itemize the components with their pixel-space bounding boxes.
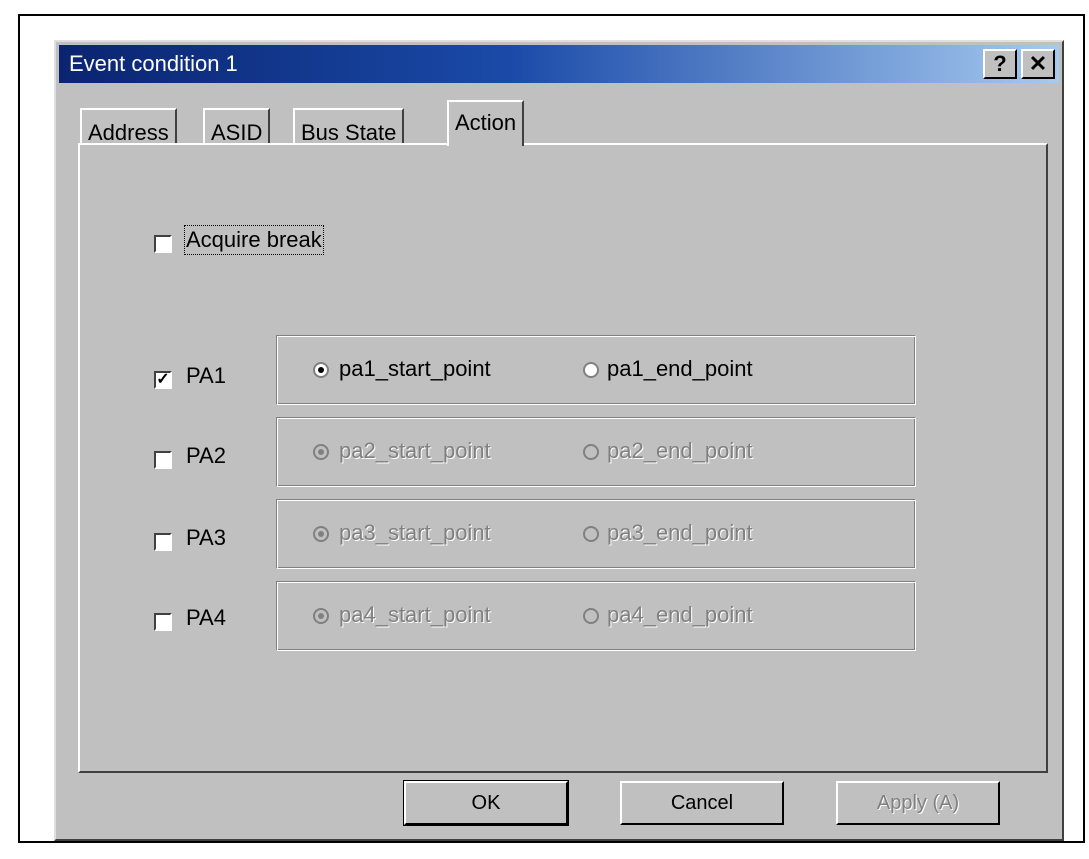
dialog-title: Event condition 1 [69,51,238,76]
pa2-start-label: pa2_start_point [339,438,491,463]
help-icon: ? [993,51,1007,76]
pa3-end-radio[interactable] [583,526,599,542]
pa2-group: pa2_start_point pa2_end_point [276,417,916,487]
pa4-end-radio[interactable] [583,608,599,624]
tab-bus-state[interactable]: Bus State [293,108,405,145]
tab-label: Action [455,110,517,135]
pa1-start-label: pa1_start_point [339,356,491,381]
pa4-start-label: pa4_start_point [339,602,491,627]
pa2-checkbox[interactable] [154,451,172,469]
pa3-start-radio[interactable] [313,526,329,542]
pa1-start-radio[interactable] [313,362,329,378]
ok-button[interactable]: OK [403,780,569,826]
pa3-start-label: pa3_start_point [339,520,491,545]
pa2-end-radio[interactable] [583,444,599,460]
cancel-button[interactable]: Cancel [620,781,784,825]
acquire-break-label: Acquire break [184,225,324,255]
close-button[interactable]: ✕ [1021,49,1055,79]
tab-label: ASID [211,120,263,145]
pa1-end-radio[interactable] [583,362,599,378]
pa2-start-radio[interactable] [313,444,329,460]
event-condition-dialog: Event condition 1 ? ✕ Address ASID Bus S… [54,40,1064,841]
pa2-label: PA2 [186,443,226,468]
pa3-label: PA3 [186,525,226,550]
pa4-start-radio[interactable] [313,608,329,624]
tab-address[interactable]: Address [80,108,177,145]
pa2-end-label: pa2_end_point [607,438,753,463]
tab-action[interactable]: Action [447,100,525,146]
title-bar[interactable]: Event condition 1 ? ✕ [59,45,1059,83]
close-icon: ✕ [1028,51,1048,76]
help-button[interactable]: ? [983,49,1017,79]
pa3-end-label: pa3_end_point [607,520,753,545]
pa3-group: pa3_start_point pa3_end_point [276,499,916,569]
pa1-checkbox[interactable]: ✓ [154,371,172,389]
pa4-group: pa4_start_point pa4_end_point [276,581,916,651]
pa1-end-label: pa1_end_point [607,356,753,381]
pa3-checkbox[interactable] [154,533,172,551]
tab-asid[interactable]: ASID [203,108,271,145]
action-panel: Acquire break ✓ PA1 pa1_start_point pa1_… [78,143,1048,773]
pa1-group: pa1_start_point pa1_end_point [276,335,916,405]
pa4-end-label: pa4_end_point [607,602,753,627]
apply-button[interactable]: Apply (A) [836,781,1000,825]
tab-label: Bus State [301,120,397,145]
pa1-label: PA1 [186,363,226,388]
tab-label: Address [88,120,169,145]
acquire-break-checkbox[interactable] [154,235,172,253]
pa4-checkbox[interactable] [154,613,172,631]
pa4-label: PA4 [186,605,226,630]
